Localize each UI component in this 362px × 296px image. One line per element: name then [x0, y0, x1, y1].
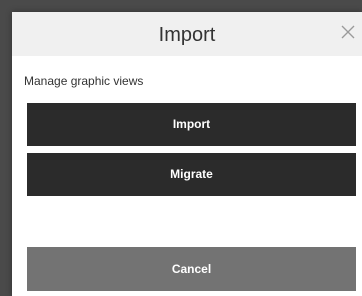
- dialog-header: Import: [12, 12, 362, 56]
- close-button[interactable]: [338, 22, 358, 42]
- close-icon: [341, 25, 355, 39]
- import-button[interactable]: Import: [27, 103, 356, 146]
- import-dialog: Import Manage graphic views Import Migra…: [12, 12, 362, 296]
- migrate-button[interactable]: Migrate: [27, 153, 356, 196]
- cancel-button[interactable]: Cancel: [27, 247, 356, 291]
- dialog-subtitle: Manage graphic views: [24, 74, 144, 88]
- dialog-title: Import: [158, 24, 216, 46]
